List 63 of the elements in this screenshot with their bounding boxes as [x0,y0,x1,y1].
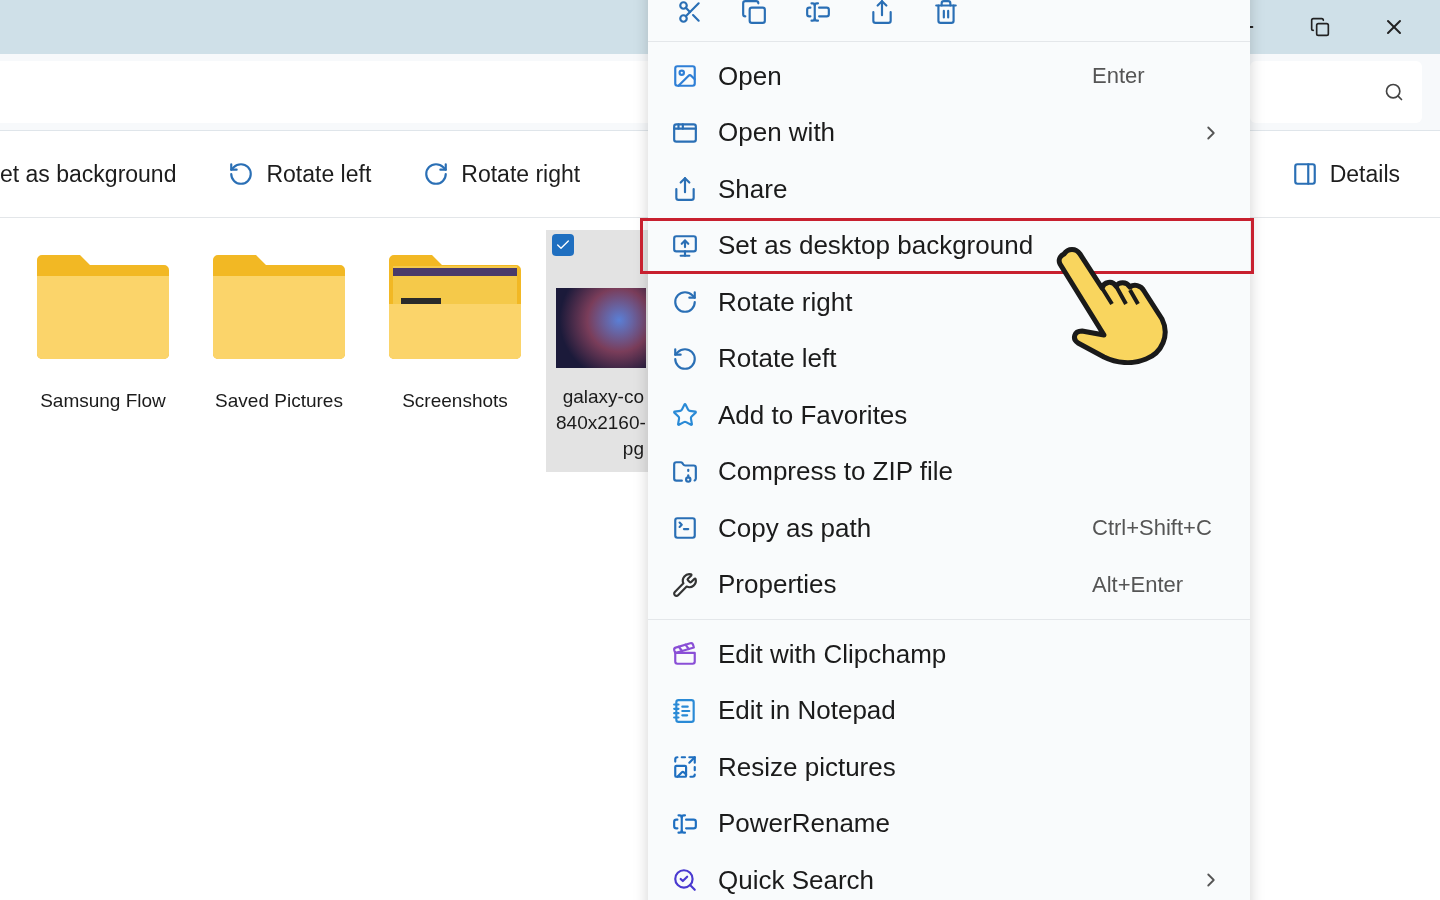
menu-item[interactable]: Quick Search [648,852,1250,900]
shortcut-text: Ctrl+Shift+C [1092,515,1213,542]
toolbar-button[interactable]: Rotate left [228,160,372,188]
menu-item-label: Edit in Notepad [718,695,897,727]
image-icon [672,63,698,90]
star-icon [672,402,698,429]
menu-item-label: Rotate left [718,343,838,375]
shortcut-text: Alt+Enter [1092,571,1185,598]
share-icon [672,176,698,203]
menu-item-label: Resize pictures [718,751,897,783]
rotate-right-icon [423,161,450,187]
search-icon [672,867,698,894]
folder-item[interactable]: Screenshots [370,230,540,422]
toolbar-button[interactable]: et as background [0,160,177,188]
menu-item-label: Compress to ZIP file [718,456,955,488]
notepad-icon [672,697,698,724]
menu-item[interactable]: Open with [648,104,1250,161]
checkbox[interactable] [552,234,574,256]
menu-item-label: Quick Search [718,864,876,896]
path-icon [672,515,698,542]
menu-item-label: Edit with Clipchamp [718,638,948,670]
folder-item[interactable]: Saved Pictures [194,230,364,422]
menu-item-label: Open [718,60,783,92]
shortcut-text: Enter [1092,63,1146,90]
folder-with-picture-icon [387,254,523,360]
menu-item[interactable]: Edit with Clipchamp [648,626,1250,683]
file-name: galaxy-co 840x2160- pg [556,385,644,461]
search-field[interactable] [1250,61,1422,123]
menu-item[interactable]: Resize pictures [648,739,1250,796]
rotate-left-icon [228,161,255,187]
details-pane-icon [1291,161,1318,187]
folder-icon [211,254,347,360]
details-button[interactable]: Details [1291,160,1400,188]
menu-item-label: Share [718,173,789,205]
menu-item-label: Properties [718,569,838,601]
menu-item[interactable]: Properties Alt+Enter [648,556,1250,613]
menu-item[interactable]: PowerRename [648,795,1250,852]
menu-item[interactable]: Copy as path Ctrl+Shift+C [648,500,1250,557]
menu-item-label: Rotate right [718,286,854,318]
folder-item[interactable]: Samsung Flow [18,230,188,422]
zip-folder-icon [672,458,698,485]
menu-item[interactable]: Open Enter [648,48,1250,105]
toolbar-button[interactable]: Rotate right [423,160,581,188]
menu-item-label: Open with [718,117,837,149]
menu-item-label: Set as desktop background [718,230,1035,262]
menu-item-label: Add to Favorites [718,399,909,431]
rotate-left-icon [672,345,698,372]
menu-item-label: Copy as path [718,512,873,544]
file-name: Screenshots [402,389,508,413]
rotate-right-icon [672,289,698,316]
menu-item-label: PowerRename [718,808,891,840]
clapperboard-icon [672,641,698,668]
menu-item[interactable]: Share [648,161,1250,218]
restore-icon [1310,17,1330,37]
folder-icon [35,254,171,360]
resize-image-icon [672,754,698,781]
monitor-icon [672,232,698,259]
file-name: Saved Pictures [215,389,343,413]
menu-item[interactable]: Set as desktop background [640,217,1254,274]
search-icon [1384,82,1404,102]
file-name: Samsung Flow [40,389,166,413]
wrench-icon [672,571,698,598]
menu-item[interactable]: Edit in Notepad [648,682,1250,739]
